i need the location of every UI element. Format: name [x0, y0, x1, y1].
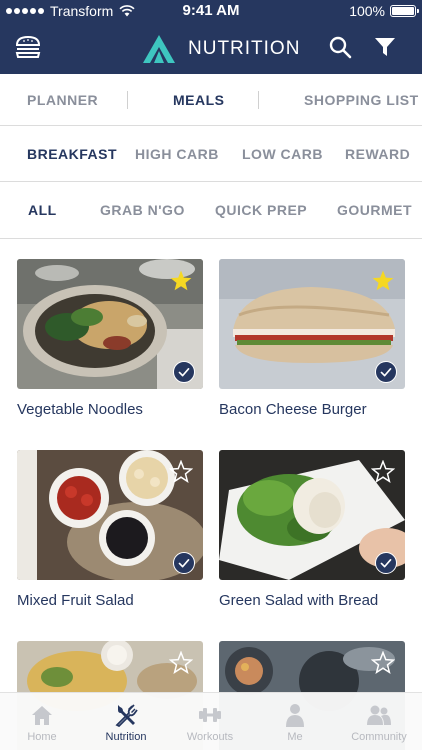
top-bar: Transform 9:41 AM 100% NUTRITION — [0, 0, 422, 74]
tab-shopping-list[interactable]: SHOPPING LIST — [304, 74, 419, 125]
burger-menu-icon[interactable] — [14, 34, 42, 60]
filter-row: ALL GRAB N'GO QUICK PREP GOURMET — [0, 182, 422, 239]
meal-photo[interactable] — [219, 259, 405, 389]
tab-breakfast[interactable]: BREAKFAST — [27, 126, 117, 181]
page-title: NUTRITION — [188, 38, 301, 59]
bottom-tab-label: Workouts — [186, 731, 234, 743]
star-outline-icon[interactable] — [169, 460, 193, 484]
nav-row: NUTRITION — [0, 22, 422, 74]
tab-planner[interactable]: PLANNER — [27, 74, 98, 125]
meal-photo[interactable] — [219, 450, 405, 580]
people-icon — [367, 705, 391, 725]
filter-gourmet[interactable]: GOURMET — [337, 182, 412, 238]
main-tab-row: PLANNER MEALS SHOPPING LIST — [0, 74, 422, 126]
star-icon[interactable] — [371, 269, 395, 293]
search-icon[interactable] — [328, 35, 352, 59]
meal-title[interactable]: Vegetable Noodles — [17, 401, 143, 418]
star-outline-icon[interactable] — [169, 651, 193, 675]
star-outline-icon[interactable] — [371, 651, 395, 675]
bottom-tab-bar: Home Nutrition Workouts Me Community — [0, 692, 422, 750]
meal-card[interactable]: Bacon Cheese Burger — [219, 259, 405, 418]
home-icon — [32, 706, 52, 725]
star-outline-icon[interactable] — [371, 460, 395, 484]
nutrition-app: Transform 9:41 AM 100% NUTRITION PLANNER… — [0, 0, 422, 750]
meal-category-row: BREAKFAST HIGH CARB LOW CARB REWARD — [0, 126, 422, 182]
tab-meals[interactable]: MEALS — [173, 74, 225, 125]
bottom-tab-home[interactable]: Home — [0, 693, 84, 750]
meal-title[interactable]: Mixed Fruit Salad — [17, 592, 134, 609]
dumbbell-icon — [199, 708, 221, 722]
tab-reward[interactable]: REWARD — [345, 126, 410, 181]
bottom-tab-label: Home — [27, 731, 57, 743]
meal-photo[interactable] — [17, 450, 203, 580]
battery-percent: 100% — [349, 3, 385, 19]
filter-quick-prep[interactable]: QUICK PREP — [215, 182, 307, 238]
checkmark-icon[interactable] — [375, 361, 397, 383]
tab-divider — [258, 91, 259, 109]
filter-icon[interactable] — [374, 36, 396, 58]
meal-title[interactable]: Green Salad with Bread — [219, 592, 378, 609]
bottom-tab-label: Nutrition — [105, 731, 147, 743]
app-logo-icon — [143, 35, 175, 63]
person-icon — [286, 704, 304, 727]
bottom-tab-label: Me — [287, 731, 303, 743]
tab-high-carb[interactable]: HIGH CARB — [135, 126, 219, 181]
battery-icon — [390, 5, 419, 17]
meal-card[interactable]: Vegetable Noodles — [17, 259, 203, 418]
bottom-tab-nutrition[interactable]: Nutrition — [84, 693, 168, 750]
filter-all[interactable]: ALL — [28, 182, 57, 238]
star-icon[interactable] — [169, 269, 193, 293]
bottom-tab-community[interactable]: Community — [337, 693, 421, 750]
bottom-tab-me[interactable]: Me — [253, 693, 337, 750]
meal-card[interactable]: Green Salad with Bread — [219, 450, 405, 609]
bottom-tab-workouts[interactable]: Workouts — [168, 693, 252, 750]
filter-grab-n-go[interactable]: GRAB N'GO — [100, 182, 185, 238]
checkmark-icon[interactable] — [173, 552, 195, 574]
bottom-tab-label: Community — [351, 731, 407, 743]
checkmark-icon[interactable] — [173, 361, 195, 383]
meal-photo[interactable] — [17, 259, 203, 389]
status-bar: Transform 9:41 AM 100% — [0, 0, 422, 22]
header-title-group: NUTRITION — [142, 34, 300, 64]
tab-divider — [127, 91, 128, 109]
meal-title[interactable]: Bacon Cheese Burger — [219, 401, 367, 418]
checkmark-icon[interactable] — [375, 552, 397, 574]
tab-low-carb[interactable]: LOW CARB — [242, 126, 323, 181]
meal-card[interactable]: Mixed Fruit Salad — [17, 450, 203, 609]
fork-knife-icon — [115, 704, 138, 727]
